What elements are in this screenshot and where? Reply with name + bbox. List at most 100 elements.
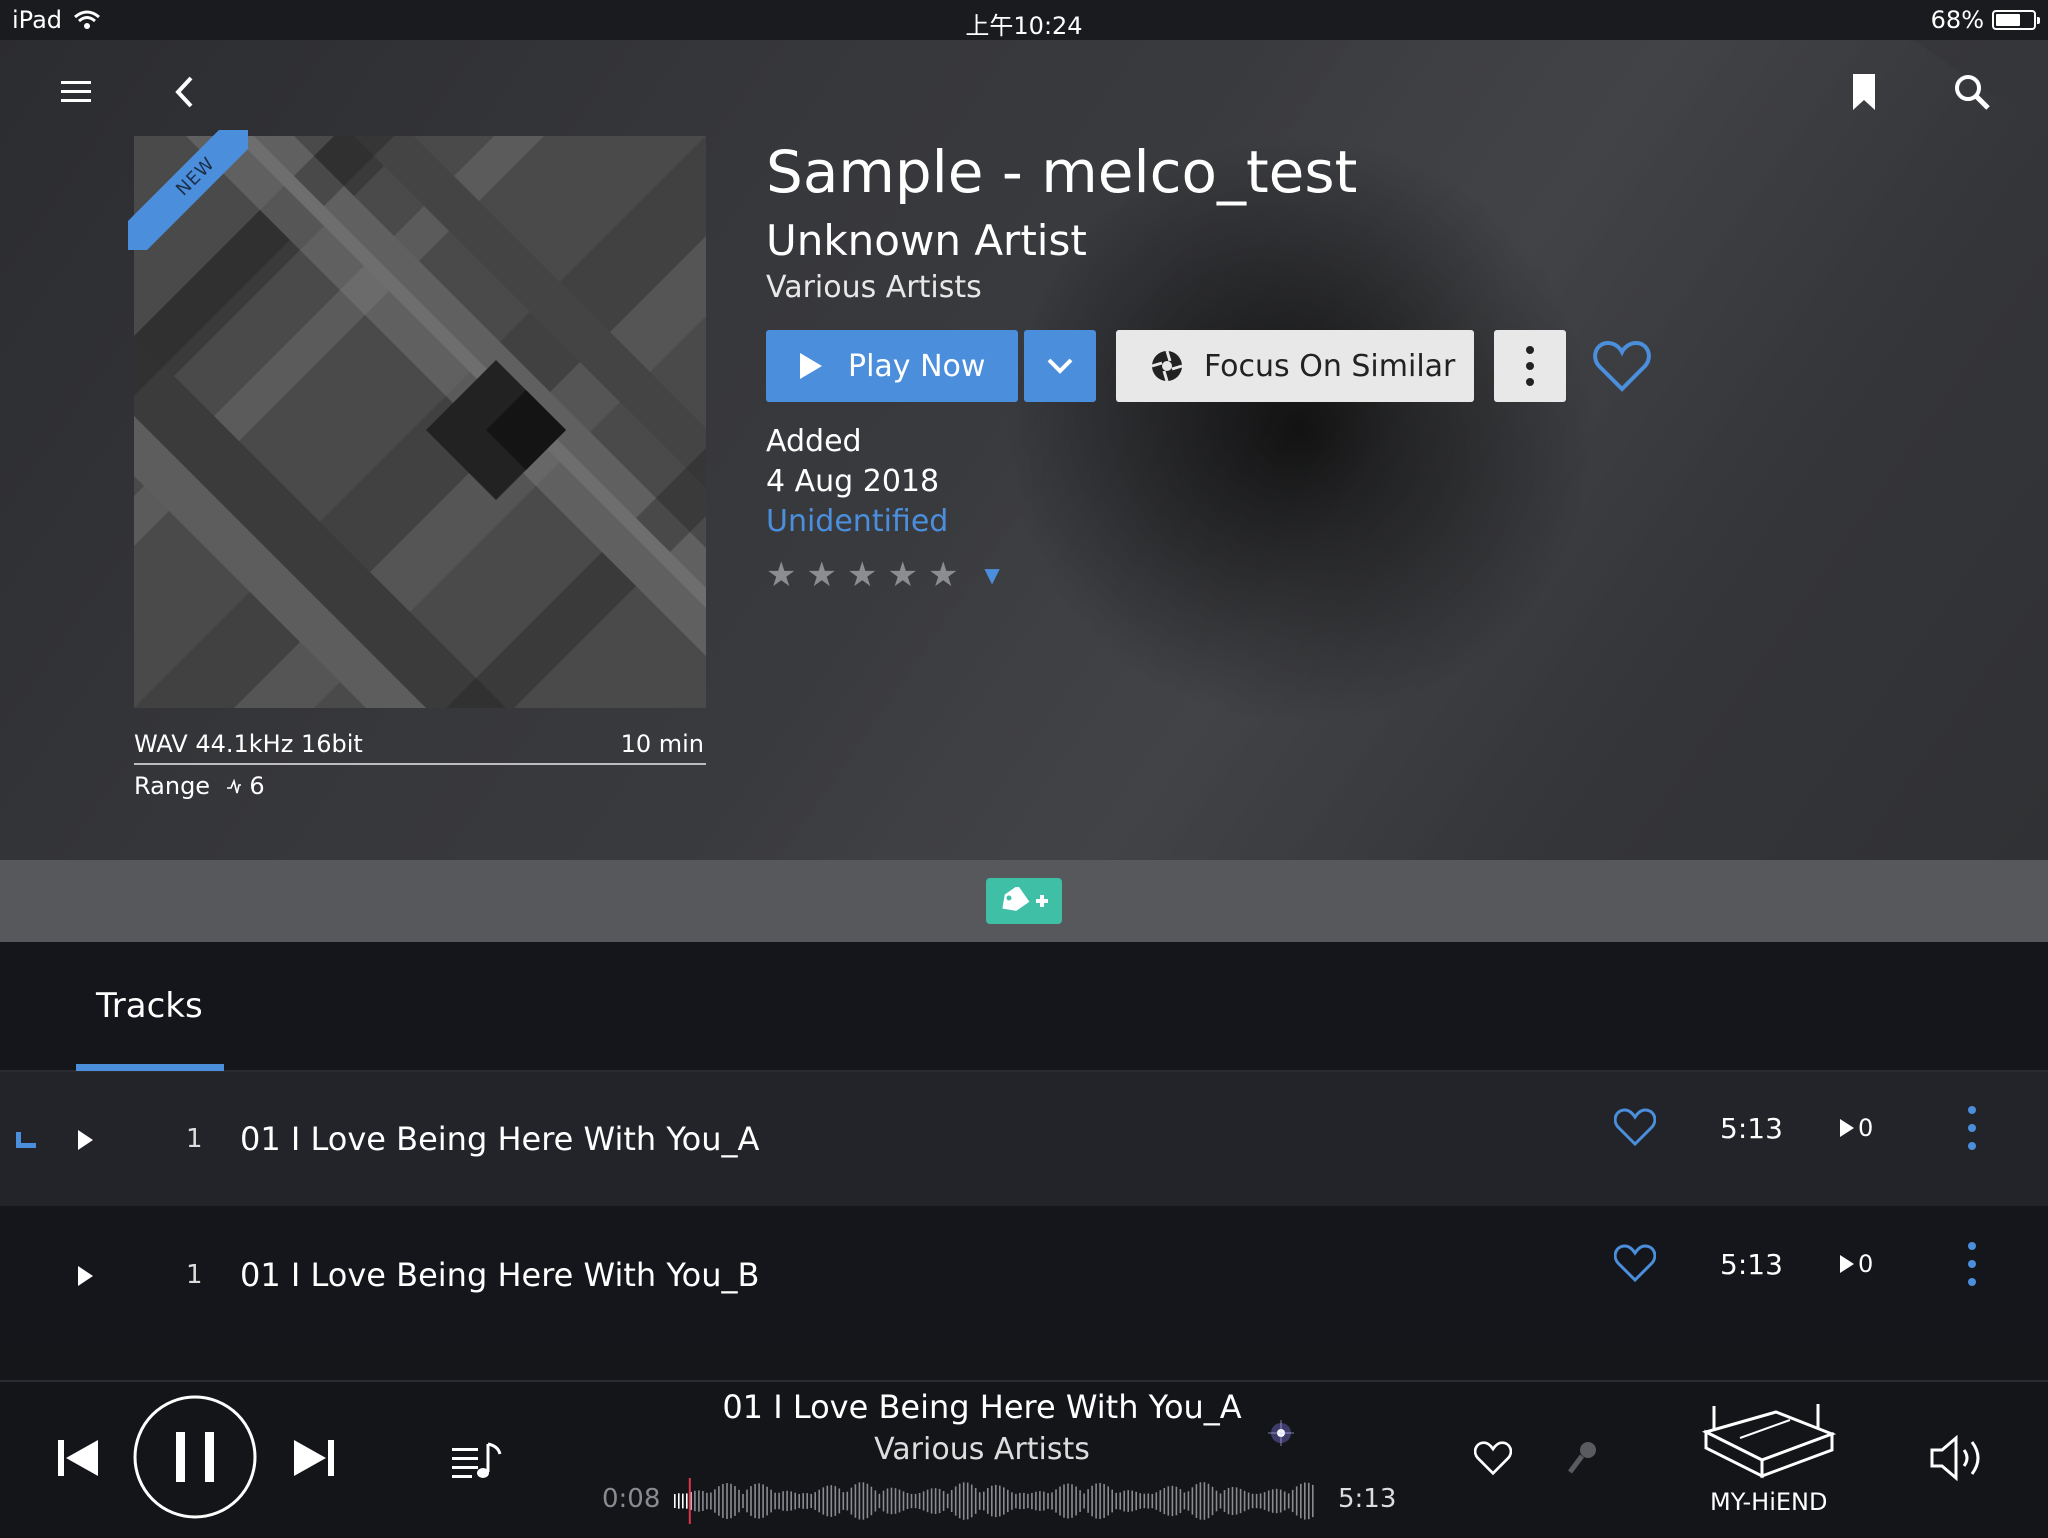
heart-icon[interactable]: [1614, 1106, 1656, 1148]
heart-icon[interactable]: [1474, 1440, 1512, 1476]
waveform-bar: [1291, 1489, 1294, 1513]
waveform-bar: [930, 1488, 933, 1514]
rating-star-icon[interactable]: ★: [847, 558, 877, 592]
device-icon[interactable]: [1700, 1398, 1836, 1482]
track-play-icon[interactable]: [78, 1130, 93, 1150]
album-various-artists[interactable]: Various Artists: [766, 270, 982, 305]
waveform-bar: [1031, 1492, 1033, 1510]
waveform-bar: [987, 1488, 989, 1514]
now-playing-title[interactable]: 01 I Love Being Here With You_A: [0, 1388, 1964, 1426]
rating-star-icon[interactable]: ★: [887, 558, 917, 592]
range-label: Range: [134, 772, 211, 800]
total-time: 5:13: [1338, 1484, 1397, 1514]
back-icon[interactable]: [162, 70, 206, 114]
track-more-icon[interactable]: [1962, 1104, 1982, 1152]
album-duration: 10 min: [620, 730, 704, 758]
heart-icon[interactable]: [1614, 1242, 1656, 1284]
range-row: Range 6: [134, 772, 706, 800]
play-options-button[interactable]: [1024, 330, 1096, 402]
track-number: 1: [186, 1124, 203, 1154]
playhead[interactable]: [688, 1478, 691, 1524]
waveform-bar: [942, 1491, 945, 1511]
favorite-album-button[interactable]: [1590, 334, 1654, 398]
elapsed-time: 0:08: [602, 1484, 661, 1514]
waveform-bar: [910, 1493, 913, 1509]
now-playing-indicator: [16, 1132, 36, 1148]
waveform-bar: [1047, 1493, 1049, 1509]
waveform-bar: [1251, 1493, 1254, 1509]
track-title[interactable]: 01 I Love Being Here With You_A: [240, 1120, 759, 1158]
album-artist-link[interactable]: Unknown Artist: [766, 216, 1087, 265]
rating-star-icon[interactable]: ★: [928, 558, 958, 592]
track-row[interactable]: 1 01 I Love Being Here With You_A 5:13 0: [0, 1072, 2048, 1206]
waveform-bar: [1155, 1492, 1158, 1510]
track-row[interactable]: 1 01 I Love Being Here With You_B 5:13 0: [0, 1208, 2048, 1342]
waveform-bar: [762, 1484, 764, 1518]
play-now-button[interactable]: Play Now: [766, 330, 1018, 402]
track-play-count: 0: [1840, 1250, 1873, 1278]
microphone-icon[interactable]: [1566, 1440, 1600, 1476]
waveform-bar: [698, 1490, 700, 1512]
rating-stars[interactable]: ★ ★ ★ ★ ★ ▼: [766, 558, 1000, 592]
waveform-bar: [738, 1489, 740, 1513]
unidentified-link[interactable]: Unidentified: [766, 504, 948, 539]
waveform-bar: [1119, 1492, 1121, 1510]
waveform-bar: [962, 1482, 965, 1520]
waveform-bar: [1271, 1489, 1274, 1513]
waveform-bar: [750, 1486, 752, 1516]
tab-active-indicator: [76, 1064, 224, 1071]
play-count-value: 0: [1858, 1114, 1874, 1142]
waveform-bar: [1103, 1484, 1105, 1518]
added-label: Added: [766, 424, 862, 459]
heart-icon: [1593, 340, 1651, 392]
waveform-bar: [1163, 1488, 1166, 1515]
track-more-icon[interactable]: [1962, 1240, 1982, 1288]
waveform-bar: [734, 1486, 736, 1516]
battery-percent: 68%: [1930, 6, 1984, 34]
waveform-bar: [1143, 1493, 1146, 1509]
waveform-bar: [1091, 1485, 1093, 1517]
now-playing-artist[interactable]: Various Artists: [0, 1432, 1964, 1467]
more-options-button[interactable]: [1494, 330, 1566, 402]
search-icon[interactable]: [1950, 70, 1994, 114]
waveform-bar: [850, 1487, 853, 1515]
waveform-bar: [1247, 1492, 1250, 1510]
waveform-bar: [1079, 1490, 1081, 1512]
tab-tracks[interactable]: Tracks: [96, 986, 203, 1026]
add-tag-button[interactable]: [986, 878, 1062, 924]
waveform-bar: [1308, 1482, 1310, 1520]
rating-star-icon[interactable]: ★: [806, 558, 836, 592]
waveform-bar: [1027, 1493, 1029, 1509]
waveform-bar: [814, 1492, 816, 1510]
track-title[interactable]: 01 I Love Being Here With You_B: [240, 1256, 759, 1294]
waveform-bar: [1179, 1489, 1182, 1513]
track-play-icon[interactable]: [78, 1266, 93, 1286]
focus-icon: [1151, 350, 1183, 382]
menu-icon[interactable]: [54, 70, 98, 114]
waveform-bar: [1007, 1489, 1009, 1513]
volume-icon[interactable]: [1928, 1432, 1988, 1484]
waveform-bar: [1147, 1493, 1150, 1509]
rating-star-icon[interactable]: ★: [766, 558, 796, 592]
output-device-name[interactable]: MY-HiEND: [1710, 1488, 1828, 1516]
waveform-bar: [1055, 1489, 1057, 1513]
waveform-bar: [1019, 1492, 1021, 1510]
focus-on-similar-button[interactable]: Focus On Similar: [1116, 330, 1474, 402]
rating-menu-icon[interactable]: ▼: [984, 563, 999, 587]
waveform-bar: [834, 1486, 837, 1516]
waveform-bar: [1107, 1486, 1109, 1516]
clock: 上午10:24: [965, 12, 1083, 40]
waveform-bar: [714, 1489, 716, 1513]
waveform-bar: [1151, 1493, 1154, 1509]
waveform-bar: [854, 1484, 857, 1518]
waveform-bar: [878, 1493, 881, 1509]
waveform-bar: [1131, 1490, 1133, 1512]
waveform-bar: [842, 1492, 845, 1510]
waveform-seekbar[interactable]: [672, 1478, 1318, 1524]
play-count-value: 0: [1858, 1250, 1874, 1278]
waveform-bar: [826, 1485, 829, 1517]
waveform-bar: [1135, 1491, 1137, 1511]
waveform-bar: [1159, 1490, 1162, 1512]
album-title: Sample - melco_test: [766, 138, 1358, 206]
bookmark-icon[interactable]: [1842, 70, 1886, 114]
